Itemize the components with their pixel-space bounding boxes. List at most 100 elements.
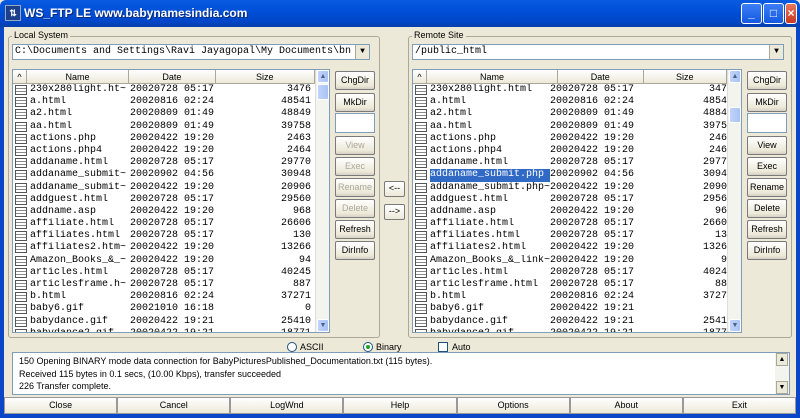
local-mkdir-button[interactable]: MkDir (335, 93, 375, 112)
logwnd-button[interactable]: LogWnd (230, 397, 344, 414)
close-window-button[interactable]: × (785, 3, 797, 24)
local-col-up[interactable]: ^ (13, 70, 27, 84)
maximize-button[interactable]: □ (763, 3, 784, 24)
remote-file-row[interactable]: addguest.html 20020728 05:17 29560 (413, 194, 727, 206)
scroll-up-icon[interactable]: ▲ (317, 70, 329, 83)
minimize-button[interactable]: _ (741, 3, 762, 24)
local-rename-button[interactable]: Rename (335, 178, 375, 197)
local-col-name[interactable]: Name (26, 70, 130, 84)
remote-file-row[interactable]: articlesframe.html 20020728 05:17 887 (413, 279, 727, 291)
local-delete-button[interactable]: Delete (335, 199, 375, 218)
local-file-row[interactable]: aa.html 20020809 01:49 39758 (13, 121, 315, 133)
remote-file-row[interactable]: Amazon_Books_&_link~20020422 19:20 94 (413, 255, 727, 267)
transfer-to-local-button[interactable]: <-- (384, 181, 405, 197)
remote-col-size[interactable]: Size (643, 70, 727, 84)
remote-dirinfo-button[interactable]: DirInfo (747, 241, 787, 260)
remote-file-row[interactable]: b.html 20020816 02:24 37271 (413, 291, 727, 303)
remote-exec-button[interactable]: Exec (747, 157, 787, 176)
remote-file-row[interactable]: affiliates.html 20020728 05:17 130 (413, 230, 727, 242)
remote-refresh-button[interactable]: Refresh (747, 220, 787, 239)
local-file-row[interactable]: actions.php 20020422 19:20 2463 (13, 133, 315, 145)
remote-file-row[interactable]: 230x280light.html 20020728 05:17 3476 (413, 84, 727, 96)
local-file-row[interactable]: 230x280light.ht~ 20020728 05:17 3476 (13, 84, 315, 96)
transfer-to-remote-button[interactable]: --> (384, 204, 405, 220)
local-filter-input[interactable] (335, 113, 375, 133)
remote-file-row[interactable]: a2.html 20020809 01:49 48849 (413, 108, 727, 120)
ascii-radio[interactable] (287, 342, 297, 352)
remote-file-row[interactable]: affiliate.html 20020728 05:17 26606 (413, 218, 727, 230)
local-file-row[interactable]: addaname_submit~ 20020902 04:56 30948 (13, 169, 315, 181)
remote-file-row[interactable]: affiliates2.html 20020422 19:20 13266 (413, 242, 727, 254)
remote-mkdir-button[interactable]: MkDir (747, 93, 787, 112)
scroll-down-icon[interactable]: ▼ (729, 319, 741, 332)
cancel-button[interactable]: Cancel (117, 397, 231, 414)
local-file-row[interactable]: affiliates2.htm~ 20020422 19:20 13266 (13, 242, 315, 254)
remote-file-row[interactable]: baby6.gif 20020422 19:21 0 (413, 303, 727, 315)
scroll-up-icon[interactable]: ▲ (776, 353, 788, 366)
remote-rename-button[interactable]: Rename (747, 178, 787, 197)
local-file-row[interactable]: articles.html 20020728 05:17 40245 (13, 267, 315, 279)
remote-file-row[interactable]: addaname.html 20020728 05:17 29770 (413, 157, 727, 169)
local-file-list[interactable]: ^ Name Date Size 230x280light.ht~ 2002072… (12, 69, 330, 333)
local-file-row[interactable]: a2.html 20020809 01:49 48849 (13, 108, 315, 120)
local-file-row[interactable]: addaname.html 20020728 05:17 29770 (13, 157, 315, 169)
remote-file-list[interactable]: ^ Name Date Size 230x280light.html 200207… (412, 69, 742, 333)
auto-checkbox[interactable] (438, 342, 448, 352)
remote-file-row[interactable]: addaname_submit.php~20020422 19:20 20906 (413, 182, 727, 194)
exit-button[interactable]: Exit (682, 397, 796, 414)
local-file-row[interactable]: babydance.gif 20020422 19:21 25410 (13, 316, 315, 328)
remote-scrollbar[interactable]: ▲ ▼ (727, 70, 741, 332)
local-file-row[interactable]: addaname_submit~ 20020422 19:20 20906 (13, 182, 315, 194)
close-button[interactable]: Close (4, 397, 118, 414)
remote-filter-input[interactable] (747, 113, 787, 133)
local-file-row[interactable]: baby6.gif 20021010 16:18 0 (13, 303, 315, 315)
local-file-row[interactable]: actions.php4 20020422 19:20 2464 (13, 145, 315, 157)
remote-file-row[interactable]: articles.html 20020728 05:17 40245 (413, 267, 727, 279)
scroll-thumb[interactable] (317, 84, 329, 100)
remote-file-row[interactable]: actions.php 20020422 19:20 2463 (413, 133, 727, 145)
local-file-row[interactable]: addname.asp 20020422 19:20 968 (13, 206, 315, 218)
remote-file-row[interactable]: addaname_submit.php20020902 04:56 30948 (413, 169, 727, 182)
remote-col-name[interactable]: Name (426, 70, 559, 84)
scroll-up-icon[interactable]: ▲ (729, 70, 741, 83)
remote-file-row[interactable]: a.html 20020816 02:24 48541 (413, 96, 727, 108)
local-file-row[interactable]: addguest.html 20020728 05:17 29560 (13, 194, 315, 206)
options-button[interactable]: Options (456, 397, 570, 414)
local-file-row[interactable]: babydance2.gif20020422 19:2118771 (13, 328, 315, 332)
help-button[interactable]: Help (343, 397, 457, 414)
remote-chgdir-button[interactable]: ChgDir (747, 71, 787, 90)
local-refresh-button[interactable]: Refresh (335, 220, 375, 239)
scroll-down-icon[interactable]: ▼ (317, 319, 329, 332)
scroll-down-icon[interactable]: ▼ (776, 381, 788, 394)
remote-view-button[interactable]: View (747, 136, 787, 155)
local-exec-button[interactable]: Exec (335, 157, 375, 176)
local-dirinfo-button[interactable]: DirInfo (335, 241, 375, 260)
local-chgdir-button[interactable]: ChgDir (335, 71, 375, 90)
remote-path-combo[interactable]: /public_html ▼ (412, 44, 784, 60)
local-col-date[interactable]: Date (129, 70, 216, 84)
local-path-combo[interactable]: C:\Documents and Settings\Ravi Jayagopal… (12, 44, 370, 60)
local-file-row[interactable]: b.html 20020816 02:24 37271 (13, 291, 315, 303)
about-button[interactable]: About (569, 397, 683, 414)
local-col-size[interactable]: Size (215, 70, 315, 84)
local-view-button[interactable]: View (335, 136, 375, 155)
remote-col-date[interactable]: Date (558, 70, 644, 84)
remote-delete-button[interactable]: Delete (747, 199, 787, 218)
local-file-row[interactable]: affiliates.html 20020728 05:17 130 (13, 230, 315, 242)
scroll-thumb[interactable] (729, 107, 741, 123)
message-log[interactable]: 150 Opening BINARY mode data connection … (12, 352, 790, 395)
remote-file-row[interactable]: babydance.gif 20020422 19:21 25410 (413, 316, 727, 328)
chevron-down-icon[interactable]: ▼ (769, 45, 783, 59)
remote-file-row[interactable]: addname.asp 20020422 19:20 968 (413, 206, 727, 218)
remote-file-row[interactable]: babydance2.gif20020422 19:2118771 (413, 328, 727, 332)
local-file-row[interactable]: Amazon_Books_&_~ 20020422 19:20 94 (13, 255, 315, 267)
local-file-row[interactable]: affiliate.html 20020728 05:17 26606 (13, 218, 315, 230)
local-scrollbar[interactable]: ▲ ▼ (315, 70, 329, 332)
local-file-row[interactable]: a.html 20020816 02:24 48541 (13, 96, 315, 108)
remote-col-up[interactable]: ^ (413, 70, 427, 84)
binary-radio[interactable] (363, 342, 373, 352)
remote-file-row[interactable]: aa.html 20020809 01:49 39758 (413, 121, 727, 133)
log-scrollbar[interactable]: ▲ ▼ (775, 353, 789, 394)
local-file-row[interactable]: articlesframe.h~ 20020728 05:17 887 (13, 279, 315, 291)
remote-file-row[interactable]: actions.php4 20020422 19:20 2464 (413, 145, 727, 157)
